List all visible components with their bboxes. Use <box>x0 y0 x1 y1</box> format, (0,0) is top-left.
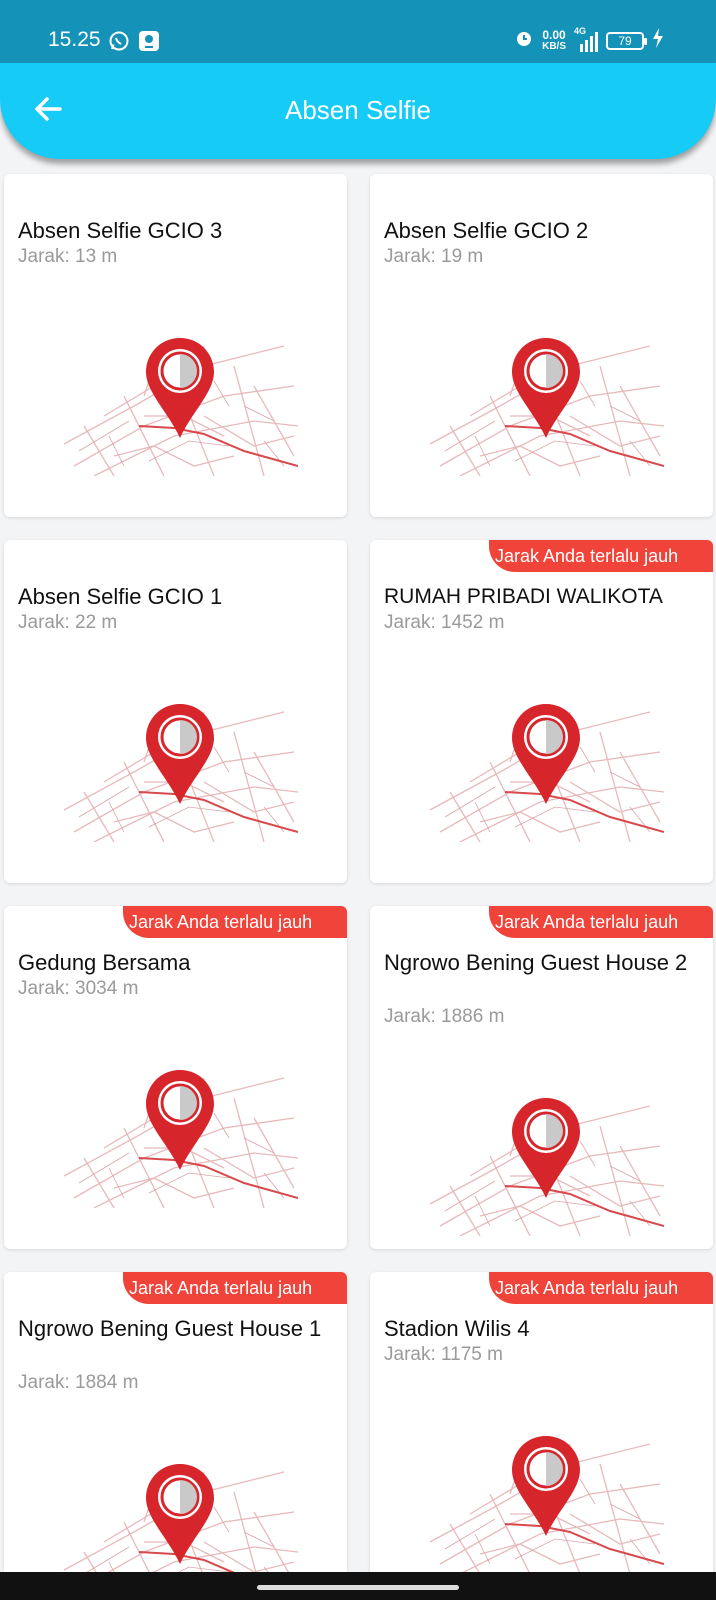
location-card[interactable]: Jarak Anda terlalu jauh Stadion Wilis 4 … <box>370 1272 713 1600</box>
map-pin-icon <box>62 336 298 476</box>
too-far-badge: Jarak Anda terlalu jauh <box>489 906 713 938</box>
network-type: 4G <box>574 25 587 36</box>
speed-value: 0.00 <box>542 27 566 42</box>
status-bar: 15.25 0.00 KB/S 4G 79 <box>0 0 716 64</box>
battery-icon: 79 <box>606 31 647 50</box>
location-card[interactable]: Absen Selfie GCIO 1 Jarak: 22 m <box>4 540 347 883</box>
card-title: Stadion Wilis 4 <box>384 1316 530 1341</box>
location-grid: Absen Selfie GCIO 3 Jarak: 13 m Absen Se… <box>4 174 713 1600</box>
map-pin-icon <box>428 336 664 476</box>
card-title: Ngrowo Bening Guest House 1 <box>18 1316 322 1341</box>
location-card[interactable]: Jarak Anda terlalu jauh Ngrowo Bening Gu… <box>370 906 713 1249</box>
too-far-badge: Jarak Anda terlalu jauh <box>123 906 347 938</box>
card-title: Absen Selfie GCIO 2 <box>384 218 589 243</box>
map-pin-icon <box>428 1096 664 1236</box>
card-distance: Jarak: 3034 m <box>18 978 139 999</box>
map-pin-icon <box>428 1434 664 1574</box>
card-distance: Jarak: 13 m <box>18 246 118 267</box>
speed-unit: KB/S <box>542 40 566 52</box>
card-title: Ngrowo Bening Guest House 2 <box>384 950 688 975</box>
location-app-icon <box>138 30 160 52</box>
map-pin-icon <box>62 1068 298 1208</box>
too-far-badge: Jarak Anda terlalu jauh <box>489 1272 713 1304</box>
card-title: Absen Selfie GCIO 3 <box>18 218 223 243</box>
too-far-badge: Jarak Anda terlalu jauh <box>489 540 713 572</box>
location-card[interactable]: Absen Selfie GCIO 3 Jarak: 13 m <box>4 174 347 517</box>
card-title: Gedung Bersama <box>18 950 191 975</box>
card-distance: Jarak: 1884 m <box>18 1372 139 1393</box>
card-title: Absen Selfie GCIO 1 <box>18 584 223 609</box>
status-time: 15.25 <box>48 28 101 51</box>
card-title: RUMAH PRIBADI WALIKOTA <box>384 585 663 608</box>
map-pin-icon <box>62 702 298 842</box>
whatsapp-icon <box>108 30 130 52</box>
card-distance: Jarak: 22 m <box>18 612 118 633</box>
card-distance: Jarak: 1452 m <box>384 612 505 633</box>
system-nav-bar <box>0 1572 716 1600</box>
home-indicator[interactable] <box>257 1585 459 1590</box>
location-card[interactable]: Absen Selfie GCIO 2 Jarak: 19 m <box>370 174 713 517</box>
status-right-group: 0.00 KB/S 4G 79 <box>514 26 664 53</box>
location-card[interactable]: Jarak Anda terlalu jauh Ngrowo Bening Gu… <box>4 1272 347 1600</box>
app-bar: Absen Selfie <box>0 63 716 159</box>
charging-icon <box>652 28 664 53</box>
card-distance: Jarak: 19 m <box>384 246 484 267</box>
map-pin-icon <box>428 702 664 842</box>
card-distance: Jarak: 1886 m <box>384 1006 505 1027</box>
location-card[interactable]: Jarak Anda terlalu jauh RUMAH PRIBADI WA… <box>370 540 713 883</box>
page-title: Absen Selfie <box>285 95 431 125</box>
network-speed: 0.00 KB/S <box>542 27 566 52</box>
too-far-badge: Jarak Anda terlalu jauh <box>123 1272 347 1304</box>
location-card[interactable]: Jarak Anda terlalu jauh Gedung Bersama J… <box>4 906 347 1249</box>
card-distance: Jarak: 1175 m <box>384 1344 503 1365</box>
signal-icon: 4G <box>574 26 598 52</box>
alarm-icon <box>514 28 534 53</box>
